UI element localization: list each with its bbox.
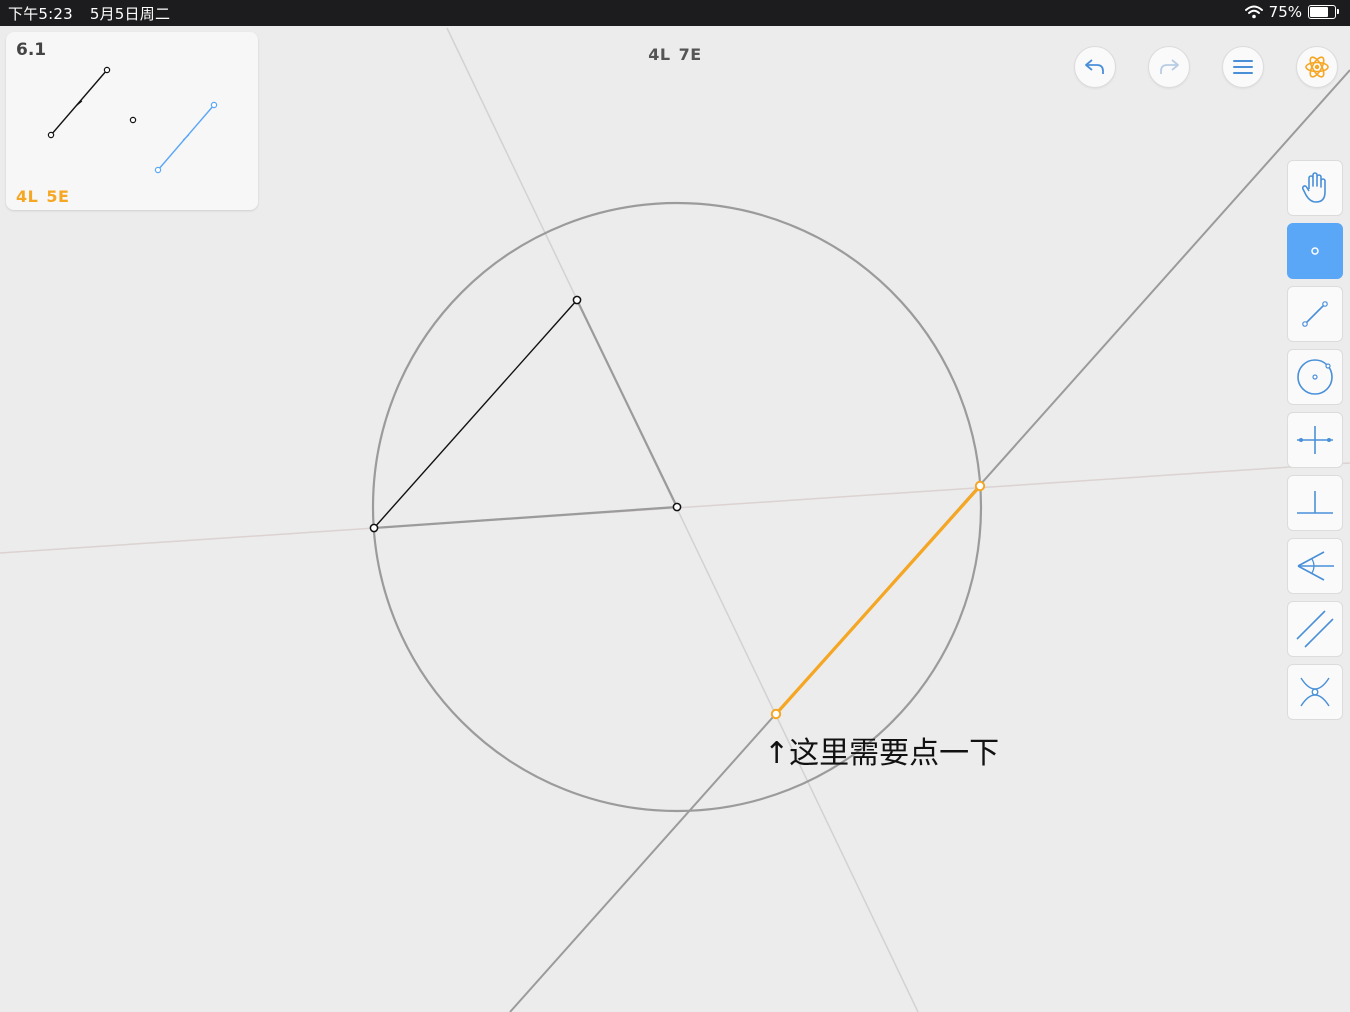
tool-point[interactable]	[1287, 223, 1343, 279]
radius-segment-top[interactable]	[576, 299, 678, 508]
tool-circle[interactable]	[1287, 349, 1343, 405]
parallel-lines-icon	[1296, 610, 1334, 648]
tool-perpendicular-bisector[interactable]	[1287, 412, 1343, 468]
solution-point-top[interactable]	[974, 480, 986, 492]
point-icon	[1311, 247, 1319, 255]
hint-button[interactable]	[1296, 46, 1338, 88]
move-counter: 4L 7E	[0, 45, 1350, 64]
undo-arrow-icon	[1085, 59, 1104, 74]
annotation-text: ↑这里需要点一下	[764, 736, 1000, 771]
hamburger-menu-icon	[1233, 60, 1253, 74]
circle-icon	[1297, 359, 1333, 395]
undo-button[interactable]	[1074, 46, 1116, 88]
redo-button[interactable]	[1148, 46, 1190, 88]
solution-segment[interactable]	[774, 484, 982, 716]
point-top[interactable]	[572, 295, 582, 305]
tool-intersect[interactable]	[1287, 664, 1343, 720]
level-target-moves: 4L 5E	[16, 187, 77, 206]
intersection-icon	[1300, 677, 1330, 707]
tool-perpendicular[interactable]	[1287, 475, 1343, 531]
tool-move[interactable]	[1287, 160, 1343, 216]
atom-hint-icon	[1305, 56, 1329, 78]
solution-point-bottom[interactable]	[770, 708, 782, 720]
line-icon	[1302, 301, 1328, 327]
angle-bisector-icon	[1297, 551, 1334, 581]
point-center[interactable]	[672, 502, 682, 512]
tool-angle-bisector[interactable]	[1287, 538, 1343, 594]
menu-button[interactable]	[1222, 46, 1264, 88]
hand-icon	[1301, 172, 1326, 203]
counter-e: 7E	[678, 45, 702, 64]
target-l: 4L	[16, 187, 39, 206]
radius-segment-left[interactable]	[373, 505, 678, 530]
counter-l: 4L	[648, 45, 671, 64]
point-left[interactable]	[369, 523, 379, 533]
target-e: 5E	[46, 187, 70, 206]
perpendicular-icon	[1297, 491, 1333, 514]
perpendicular-bisector-icon	[1297, 426, 1333, 454]
redo-arrow-icon	[1160, 59, 1179, 74]
tool-parallel[interactable]	[1287, 601, 1343, 657]
given-segment[interactable]	[373, 299, 578, 529]
tool-line[interactable]	[1287, 286, 1343, 342]
construction-line-radial-extended	[446, 27, 919, 1012]
